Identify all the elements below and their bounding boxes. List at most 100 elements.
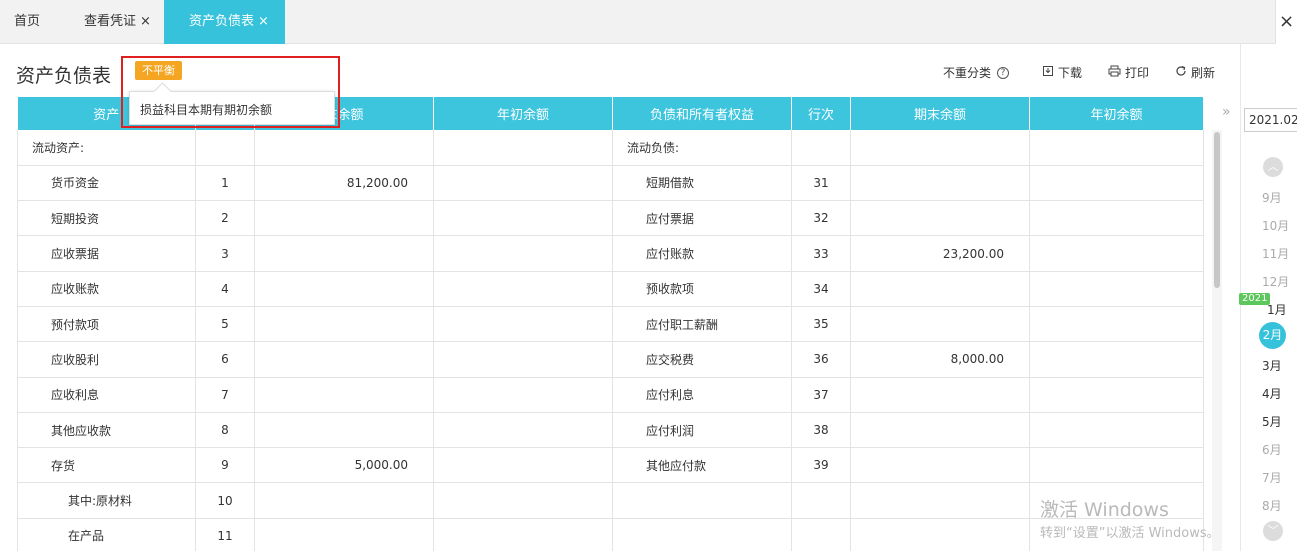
no-classify-toggle[interactable]: 不重分类 ?: [943, 64, 1010, 81]
asset-end-balance-cell[interactable]: [254, 377, 434, 413]
liability-name-cell: 流动负债:: [612, 130, 792, 166]
asset-begin-balance-cell[interactable]: [433, 482, 613, 519]
tab-view-voucher[interactable]: 查看凭证 ×: [84, 0, 151, 44]
asset-name-cell: 短期投资: [17, 200, 196, 237]
table-row: 预付款项 5 应付职工薪酬 35: [17, 306, 1204, 343]
refresh-button[interactable]: 刷新: [1175, 64, 1215, 81]
asset-line-cell: 11: [195, 518, 255, 551]
liability-begin-balance-cell[interactable]: [1029, 130, 1204, 166]
liability-begin-balance-cell[interactable]: [1029, 306, 1204, 343]
liability-begin-balance-cell[interactable]: [1029, 165, 1204, 202]
asset-line-cell: 7: [195, 377, 255, 413]
download-icon: [1042, 65, 1054, 80]
balance-sheet-table: 资产 末余额 年初余额 负债和所有者权益 行次 期末余额 年初余额 流动资产: 流…: [17, 97, 1221, 551]
asset-begin-balance-cell[interactable]: [433, 306, 613, 343]
col-header-asset-begin-balance: 年初余额: [433, 97, 613, 130]
table-row: 在产品 11: [17, 518, 1204, 551]
double-chevron-right-icon[interactable]: »: [1222, 104, 1231, 120]
liability-end-balance-cell[interactable]: [850, 200, 1030, 237]
asset-end-balance-cell[interactable]: [254, 412, 434, 449]
asset-line-cell: 8: [195, 412, 255, 449]
asset-end-balance-cell[interactable]: [254, 235, 434, 272]
month-item[interactable]: 5月: [1262, 413, 1282, 430]
asset-name-cell: 其中:原材料: [17, 482, 196, 519]
close-icon[interactable]: ×: [140, 14, 151, 29]
print-button[interactable]: 打印: [1108, 64, 1149, 81]
close-icon[interactable]: ×: [258, 14, 269, 29]
tab-bar: 首页 查看凭证 × 资产负债表 × ×: [0, 0, 1297, 44]
liability-begin-balance-cell[interactable]: [1029, 235, 1204, 272]
asset-begin-balance-cell[interactable]: [433, 165, 613, 202]
window-close-button[interactable]: ×: [1275, 0, 1297, 44]
liability-begin-balance-cell[interactable]: [1029, 412, 1204, 449]
asset-begin-balance-cell[interactable]: [433, 518, 613, 551]
month-item-active[interactable]: 2月: [1259, 322, 1286, 349]
asset-begin-balance-cell[interactable]: [433, 377, 613, 413]
liability-end-balance-cell[interactable]: [850, 482, 1030, 519]
asset-name-cell: 应收股利: [17, 341, 196, 378]
liability-end-balance-cell[interactable]: [850, 518, 1030, 551]
month-item[interactable]: 7月: [1262, 469, 1282, 486]
refresh-icon: [1175, 65, 1187, 80]
asset-end-balance-cell[interactable]: [254, 271, 434, 307]
liability-end-balance-cell[interactable]: [850, 271, 1030, 307]
tab-home[interactable]: 首页: [14, 0, 40, 44]
liability-end-balance-cell[interactable]: [850, 306, 1030, 343]
liability-line-cell: 37: [791, 377, 851, 413]
table-row: 短期投资 2 应付票据 32: [17, 200, 1204, 237]
asset-begin-balance-cell[interactable]: [433, 130, 613, 166]
download-button[interactable]: 下载: [1042, 64, 1082, 81]
asset-line-cell: 1: [195, 165, 255, 202]
asset-end-balance-cell[interactable]: 81,200.00: [254, 165, 434, 202]
month-item[interactable]: 9月: [1262, 189, 1282, 206]
asset-end-balance-cell[interactable]: [254, 306, 434, 343]
liability-begin-balance-cell[interactable]: [1029, 377, 1204, 413]
month-item[interactable]: 3月: [1262, 357, 1282, 374]
asset-end-balance-cell[interactable]: [254, 130, 434, 166]
tab-balance-sheet[interactable]: 资产负债表 ×: [164, 0, 285, 44]
help-icon[interactable]: ?: [997, 66, 1010, 79]
liability-begin-balance-cell[interactable]: [1029, 341, 1204, 378]
liability-end-balance-cell[interactable]: [850, 377, 1030, 413]
month-item[interactable]: 8月: [1262, 497, 1282, 514]
date-input[interactable]: 2021.02: [1244, 108, 1297, 132]
liability-end-balance-cell[interactable]: 23,200.00: [850, 235, 1030, 272]
popup-message: 损益科目本期有期初余额: [140, 103, 273, 117]
scrollbar-thumb[interactable]: [1214, 132, 1220, 288]
asset-name-cell: 预付款项: [17, 306, 196, 343]
asset-begin-balance-cell[interactable]: [433, 341, 613, 378]
liability-end-balance-cell[interactable]: [850, 130, 1030, 166]
asset-begin-balance-cell[interactable]: [433, 235, 613, 272]
month-item[interactable]: 12月: [1262, 273, 1289, 290]
chevron-down-icon[interactable]: ﹀: [1263, 521, 1283, 541]
asset-end-balance-cell[interactable]: [254, 518, 434, 551]
page-title: 资产负债表: [16, 65, 112, 87]
asset-end-balance-cell[interactable]: [254, 341, 434, 378]
asset-end-balance-cell[interactable]: 5,000.00: [254, 447, 434, 484]
liability-end-balance-cell[interactable]: [850, 447, 1030, 484]
asset-begin-balance-cell[interactable]: [433, 412, 613, 449]
tab-balance-sheet-label: 资产负债表: [189, 14, 255, 29]
asset-end-balance-cell[interactable]: [254, 200, 434, 237]
unbalanced-popup: 损益科目本期有期初余额: [129, 91, 335, 125]
month-item[interactable]: 1月: [1267, 301, 1287, 318]
month-item[interactable]: 11月: [1262, 245, 1289, 262]
table-scrollbar[interactable]: [1212, 130, 1222, 551]
asset-begin-balance-cell[interactable]: [433, 447, 613, 484]
month-item[interactable]: 6月: [1262, 441, 1282, 458]
asset-end-balance-cell[interactable]: [254, 482, 434, 519]
liability-line-cell: [791, 482, 851, 519]
liability-begin-balance-cell[interactable]: [1029, 200, 1204, 237]
liability-end-balance-cell[interactable]: [850, 165, 1030, 202]
liability-end-balance-cell[interactable]: [850, 412, 1030, 449]
chevron-up-icon[interactable]: ︿: [1263, 157, 1283, 177]
month-item[interactable]: 4月: [1262, 385, 1282, 402]
month-item[interactable]: 10月: [1262, 217, 1289, 234]
liability-end-balance-cell[interactable]: 8,000.00: [850, 341, 1030, 378]
liability-begin-balance-cell[interactable]: [1029, 271, 1204, 307]
liability-begin-balance-cell[interactable]: [1029, 447, 1204, 484]
tab-view-voucher-label: 查看凭证: [84, 14, 137, 29]
asset-begin-balance-cell[interactable]: [433, 271, 613, 307]
status-badge[interactable]: 不平衡: [135, 61, 182, 80]
asset-begin-balance-cell[interactable]: [433, 200, 613, 237]
